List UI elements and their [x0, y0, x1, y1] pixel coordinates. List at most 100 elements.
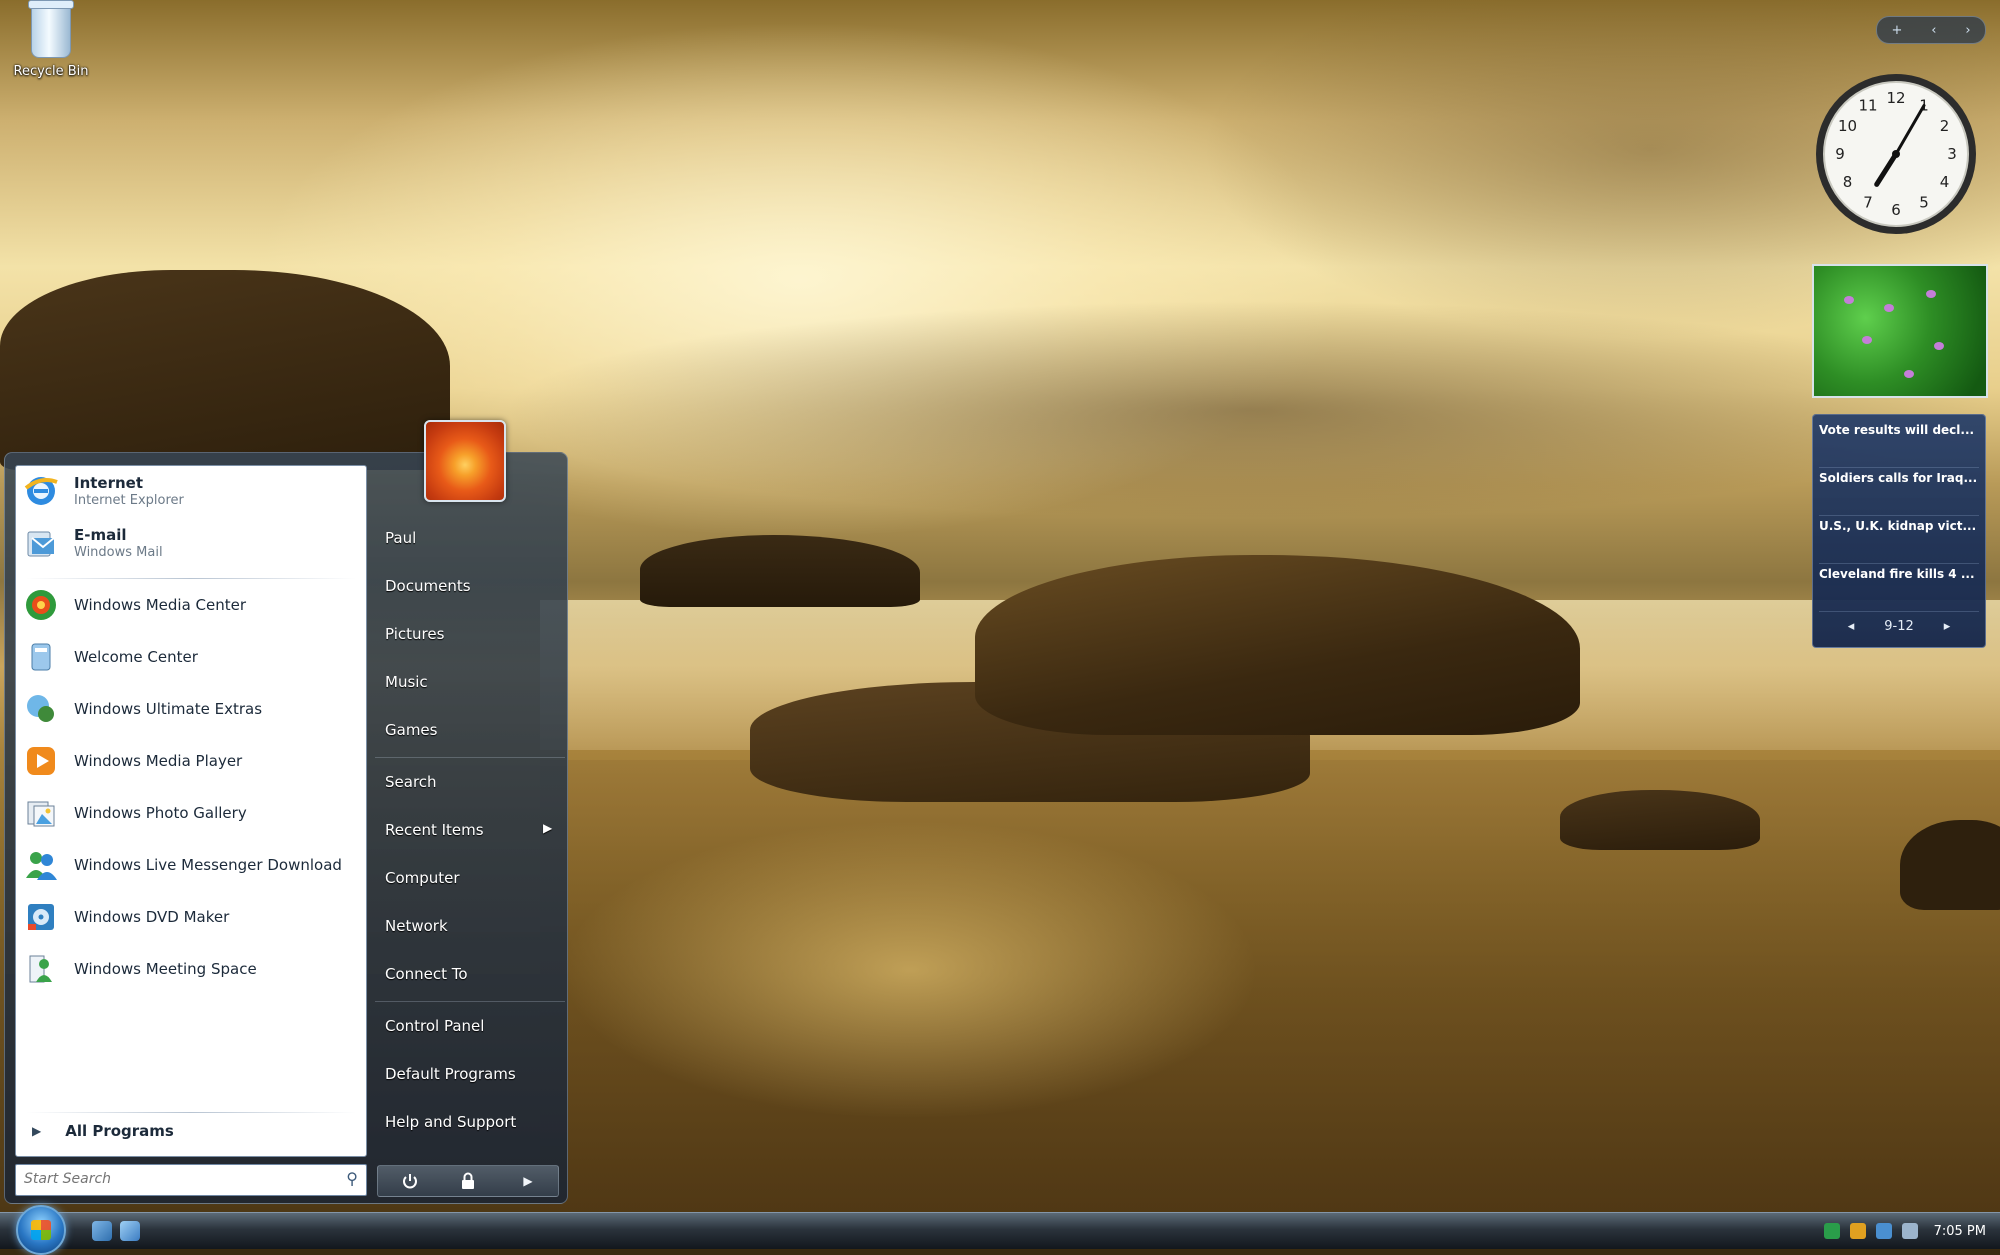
clock-numeral: 12 — [1886, 89, 1905, 107]
clock-face: 123456789101112 — [1816, 74, 1976, 234]
system-tray: 7:05 PM — [1760, 1217, 1996, 1245]
desktop-icon-recycle-bin[interactable]: Recycle Bin — [6, 0, 96, 79]
start-item-pictures[interactable]: Pictures — [385, 625, 444, 643]
separator — [375, 1001, 565, 1002]
program-item[interactable]: Windows DVD Maker — [22, 898, 229, 936]
program-name: Windows DVD Maker — [74, 908, 230, 926]
security-icon[interactable] — [1849, 1223, 1866, 1239]
clock-numeral: 7 — [1863, 194, 1873, 212]
program-item[interactable]: Windows Live Messenger Download — [22, 846, 342, 884]
lock-button[interactable] — [442, 1169, 494, 1193]
feed-navigation: ◂ 9-12 ▸ — [1813, 619, 1985, 634]
start-item-search[interactable]: Search — [385, 773, 437, 791]
rock-cliff — [0, 270, 450, 470]
recent-items-label: Recent Items — [385, 821, 484, 839]
photo-gallery-icon — [22, 794, 60, 832]
rock-far — [1900, 820, 2000, 910]
start-item-control-panel[interactable]: Control Panel — [385, 1017, 484, 1035]
start-item-default-programs[interactable]: Default Programs — [385, 1065, 516, 1083]
program-name: Windows Photo Gallery — [74, 804, 247, 822]
start-menu: Internet Internet Explorer E-mail Window… — [4, 452, 568, 1204]
power-button[interactable] — [384, 1169, 436, 1193]
user-picture[interactable] — [424, 420, 506, 502]
all-programs-label: All Programs — [65, 1122, 174, 1140]
pinned-item-sub: Windows Mail — [74, 545, 163, 560]
pinned-item-email[interactable]: E-mail Windows Mail — [22, 524, 163, 562]
cloud-band — [500, 300, 2000, 520]
clock-numeral: 10 — [1838, 117, 1857, 135]
program-name: Windows Media Player — [74, 752, 243, 770]
dvd-maker-icon — [22, 898, 60, 936]
add-gadget-icon[interactable]: + — [1891, 23, 1902, 38]
taskbar-clock[interactable]: 7:05 PM — [1934, 1224, 1986, 1239]
ultimate-extras-icon — [22, 690, 60, 728]
start-search-input[interactable] — [16, 1165, 332, 1193]
rock-large — [975, 555, 1580, 735]
clock-numeral: 5 — [1919, 194, 1929, 212]
program-item[interactable]: Windows Ultimate Extras — [22, 690, 262, 728]
start-search-box[interactable]: ⚲ — [15, 1164, 367, 1196]
clock-numeral: 6 — [1891, 201, 1901, 219]
feed-item[interactable]: Soldiers calls for Iraq... — [1819, 471, 1979, 516]
arrow-right-icon: ▶ — [523, 1174, 533, 1188]
start-item-user[interactable]: Paul — [385, 529, 416, 547]
clock-numeral: 3 — [1947, 145, 1957, 163]
flower — [1926, 290, 1936, 298]
feed-page: 9-12 — [1884, 619, 1914, 634]
start-item-help-support[interactable]: Help and Support — [385, 1113, 516, 1131]
pinned-item-sub: Internet Explorer — [74, 493, 184, 508]
pinned-item-name: Internet — [74, 474, 144, 492]
media-player-icon — [22, 742, 60, 780]
pinned-item-internet[interactable]: Internet Internet Explorer — [22, 472, 184, 510]
chevron-right-icon: ▶ — [543, 821, 553, 835]
program-name: Welcome Center — [74, 648, 198, 666]
start-menu-programs-pane: Internet Internet Explorer E-mail Window… — [15, 465, 367, 1157]
flower — [1862, 336, 1872, 344]
program-item[interactable]: Windows Media Center — [22, 586, 246, 624]
shutdown-options-button[interactable]: ▶ — [508, 1169, 548, 1193]
feed-headlines-gadget: Vote results will decl... Soldiers calls… — [1812, 414, 1986, 648]
next-icon[interactable]: › — [1965, 23, 1970, 38]
arrow-right-icon: ▶ — [32, 1124, 42, 1138]
all-programs-button[interactable]: ▶ All Programs — [32, 1122, 174, 1140]
switch-windows-icon[interactable] — [120, 1221, 140, 1241]
program-item[interactable]: Windows Photo Gallery — [22, 794, 247, 832]
previous-icon[interactable]: ◂ — [1848, 619, 1855, 634]
messenger-icon — [22, 846, 60, 884]
clock-numeral: 9 — [1835, 145, 1845, 163]
start-item-music[interactable]: Music — [385, 673, 428, 691]
feed-item[interactable]: Cleveland fire kills 4 ... — [1819, 567, 1979, 612]
tray-status-icon[interactable] — [1823, 1223, 1840, 1239]
separator — [26, 1112, 356, 1113]
clock-numeral: 4 — [1940, 173, 1950, 191]
start-item-connect-to[interactable]: Connect To — [385, 965, 468, 983]
clock-numeral: 2 — [1940, 117, 1950, 135]
feed-headline: Vote results will decl... — [1819, 423, 1975, 437]
pinned-item-name: E-mail — [74, 526, 127, 544]
internet-explorer-icon — [22, 472, 60, 510]
next-icon[interactable]: ▸ — [1944, 619, 1951, 634]
start-item-games[interactable]: Games — [385, 721, 437, 739]
search-icon[interactable]: ⚲ — [346, 1169, 358, 1188]
feed-item[interactable]: U.S., U.K. kidnap vict... — [1819, 519, 1979, 564]
program-item[interactable]: Windows Meeting Space — [22, 950, 257, 988]
previous-icon[interactable]: ‹ — [1931, 23, 1936, 38]
volume-icon[interactable] — [1901, 1223, 1918, 1239]
flower — [1934, 342, 1944, 350]
start-item-network[interactable]: Network — [385, 917, 448, 935]
start-item-recent-items[interactable]: Recent Items ▶ — [385, 821, 555, 839]
flower — [1884, 304, 1894, 312]
program-item[interactable]: Windows Media Player — [22, 742, 242, 780]
recycle-bin-icon — [28, 0, 74, 58]
feed-item[interactable]: Vote results will decl... — [1819, 423, 1979, 468]
clock-gadget[interactable]: 123456789101112 — [1812, 70, 1980, 238]
slideshow-gadget[interactable] — [1812, 264, 1988, 398]
windows-mail-icon — [22, 524, 60, 562]
flower — [1904, 370, 1914, 378]
rock-right — [1560, 790, 1760, 850]
network-icon[interactable] — [1875, 1223, 1892, 1239]
start-item-documents[interactable]: Documents — [385, 577, 471, 595]
show-desktop-icon[interactable] — [92, 1221, 112, 1241]
start-item-computer[interactable]: Computer — [385, 869, 460, 887]
program-item[interactable]: Welcome Center — [22, 638, 198, 676]
